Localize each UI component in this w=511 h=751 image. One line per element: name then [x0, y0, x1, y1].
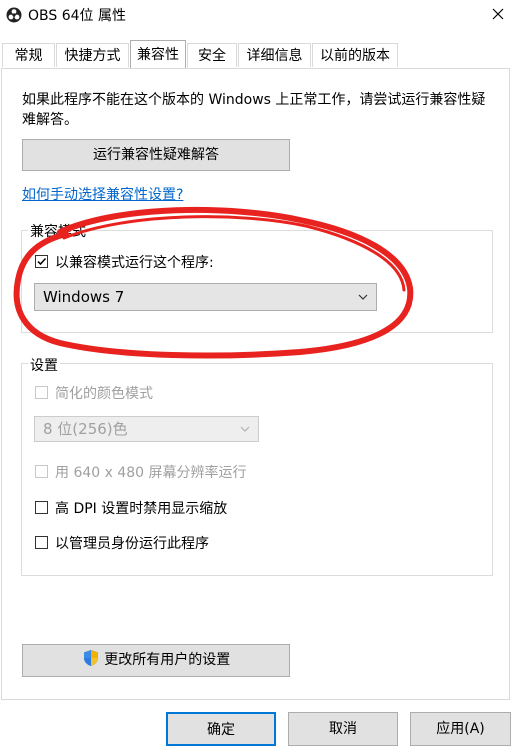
resolution-checkbox[interactable]: [35, 465, 48, 478]
compat-mode-label: 以兼容模式运行这个程序:: [55, 255, 214, 271]
run-as-admin-label: 以管理员身份运行此程序: [55, 536, 209, 552]
tab-previous-versions[interactable]: 以前的版本: [312, 43, 398, 67]
cancel-button[interactable]: 取消: [288, 712, 398, 746]
tab-general[interactable]: 常规: [2, 43, 55, 67]
change-all-users-label: 更改所有用户的设置: [104, 652, 231, 668]
intro-text: 如果此程序不能在这个版本的 Windows 上正常工作，请尝试运行兼容性疑难解答…: [22, 92, 486, 128]
tab-bar: 常规 快捷方式 兼容性 安全 详细信息 以前的版本: [0, 40, 511, 69]
apply-button[interactable]: 应用(A): [410, 712, 511, 746]
check-icon: [37, 257, 47, 266]
dpi-scaling-checkbox[interactable]: [35, 501, 48, 514]
dpi-scaling-label: 高 DPI 设置时禁用显示缩放: [55, 501, 228, 517]
tab-security[interactable]: 安全: [187, 43, 237, 67]
tab-details[interactable]: 详细信息: [238, 43, 311, 67]
ok-button[interactable]: 确定: [166, 712, 276, 746]
color-depth-select[interactable]: 8 位(256)色: [34, 416, 259, 442]
tab-compatibility[interactable]: 兼容性: [130, 40, 186, 68]
title-bar: OBS 64位 属性: [0, 0, 511, 30]
reduced-color-checkbox[interactable]: [35, 386, 48, 399]
uac-shield-icon: [83, 650, 98, 666]
os-version-select[interactable]: Windows 7: [34, 283, 377, 311]
chevron-down-icon: [240, 426, 250, 432]
resolution-label: 用 640 x 480 屏幕分辨率运行: [55, 465, 247, 481]
run-troubleshooter-button[interactable]: 运行兼容性疑难解答: [22, 139, 290, 171]
compat-mode-legend: 兼容模式: [28, 221, 88, 241]
close-icon[interactable]: [485, 2, 511, 26]
settings-legend: 设置: [28, 355, 60, 375]
window-title: OBS 64位 属性: [28, 8, 126, 24]
change-all-users-button[interactable]: 更改所有用户的设置: [22, 644, 290, 677]
tab-shortcut[interactable]: 快捷方式: [56, 43, 129, 67]
compat-mode-checkbox[interactable]: [35, 255, 48, 268]
chevron-down-icon: [358, 294, 368, 300]
color-depth-value: 8 位(256)色: [43, 420, 128, 438]
reduced-color-label: 简化的颜色模式: [55, 386, 153, 402]
compat-mode-group: [21, 230, 493, 333]
os-version-value: Windows 7: [43, 288, 125, 306]
run-as-admin-checkbox[interactable]: [35, 536, 48, 549]
manual-settings-link[interactable]: 如何手动选择兼容性设置?: [22, 184, 183, 204]
obs-app-icon: [6, 7, 22, 23]
